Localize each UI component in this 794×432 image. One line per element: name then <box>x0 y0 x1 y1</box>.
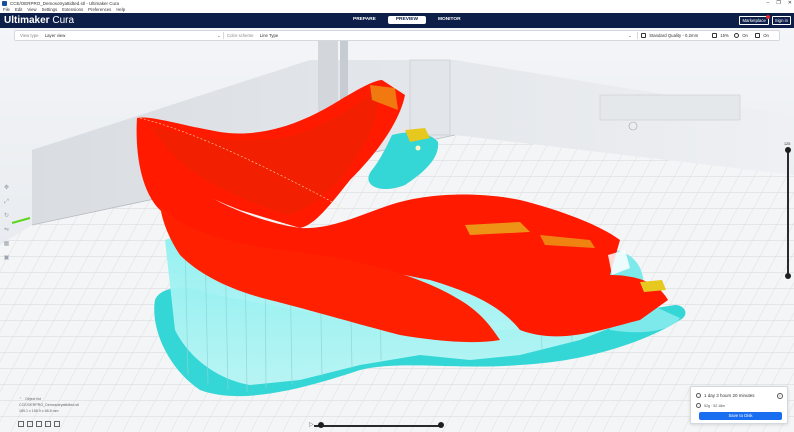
view-type-label: View type <box>20 33 39 38</box>
divider <box>637 32 638 39</box>
right-view-icon[interactable] <box>54 421 60 427</box>
chevron-down-icon: ⌄ <box>628 33 632 38</box>
info-icon[interactable]: i <box>777 393 783 399</box>
print-time-row: 1 day 3 hours 20 minutes <box>696 393 755 398</box>
infill-setting[interactable]: 15% <box>712 31 729 40</box>
infill-value: 15% <box>720 33 729 38</box>
layer-slider-lower-handle[interactable] <box>785 273 791 279</box>
logo-bold: Ultimaker <box>4 15 50 26</box>
app-header: Ultimaker Cura PREPARE PREVIEW MONITOR M… <box>0 13 794 28</box>
marketplace-button[interactable]: Marketplace <box>739 15 770 25</box>
mirror-tool-icon[interactable]: ⇋ <box>3 226 10 234</box>
color-scheme-label: Color scheme <box>227 33 254 38</box>
save-to-disk-button[interactable]: Save to Disk <box>699 412 782 420</box>
camera-view-buttons <box>18 421 60 427</box>
path-slider-track[interactable] <box>314 425 442 427</box>
tab-prepare[interactable]: PREPARE <box>345 16 384 24</box>
quality-label: Standard Quality - 0.2mm <box>649 33 699 38</box>
left-view-icon[interactable] <box>45 421 51 427</box>
minimize-button[interactable]: – <box>767 0 770 7</box>
window-titlebar: CCE/OERPRO_Demosotryattidted.stl - Ultim… <box>0 0 794 7</box>
print-settings-selector[interactable]: Standard Quality - 0.2mm <box>641 31 698 40</box>
3d-view-icon[interactable] <box>18 421 24 427</box>
view-type-value: Layer view <box>44 33 66 38</box>
adhesion-value: On <box>763 33 769 38</box>
layer-slider-track[interactable] <box>787 150 789 276</box>
adhesion-icon <box>755 33 760 39</box>
notification-dot-icon <box>765 15 770 19</box>
cura-app-icon <box>2 1 7 6</box>
signin-button[interactable]: Sign in <box>771 16 791 25</box>
print-information-panel: 1 day 3 hours 20 minutes i 52g · 52.18m … <box>690 386 788 424</box>
maximize-button[interactable]: ❐ <box>776 0 780 7</box>
path-slider-end-handle[interactable] <box>438 422 444 428</box>
model-hole <box>415 145 421 151</box>
rotate-tool-icon[interactable]: ↻ <box>3 212 10 220</box>
window-title: CCE/OERPRO_Demosotryattidted.stl - Ultim… <box>10 1 120 6</box>
adhesion-setting[interactable]: On <box>755 31 769 40</box>
logo-light: Cura <box>52 15 75 26</box>
layer-view-canvas <box>0 40 794 432</box>
view-type-dropdown[interactable]: View type Layer view <box>20 31 65 40</box>
move-tool-icon[interactable]: ✥ <box>3 184 10 192</box>
scale-tool-icon[interactable]: ⤢ <box>3 198 10 206</box>
machine-bracket <box>409 59 451 136</box>
view-settings-bar: View type Layer view ⌄ Color scheme Line… <box>14 30 780 41</box>
tab-monitor[interactable]: MONITOR <box>430 16 469 24</box>
path-slider-start-handle[interactable] <box>318 422 324 428</box>
support-value: On <box>742 33 748 38</box>
quality-icon <box>641 33 646 39</box>
object-info: ⌃ Object list CCE/OERPRO_Demosotryattidt… <box>19 396 79 414</box>
play-simulation-icon[interactable]: ▷ <box>309 421 314 428</box>
stage-tabs: PREPARE PREVIEW MONITOR <box>345 16 469 24</box>
divider <box>223 32 224 39</box>
bed-screw <box>628 121 638 131</box>
layer-slider-upper-handle[interactable] <box>785 147 791 153</box>
per-model-settings-icon[interactable]: ▦ <box>3 240 10 248</box>
chevron-down-icon: ⌄ <box>217 33 221 38</box>
front-view-icon[interactable] <box>27 421 33 427</box>
support-blocker-icon[interactable]: ▣ <box>3 254 10 262</box>
support-icon <box>734 33 739 39</box>
machine-bracket <box>599 94 741 121</box>
left-toolbar: ✥ ⤢ ↻ ⇋ ▦ ▣ <box>3 184 12 262</box>
marketplace-label: Marketplace <box>742 18 766 23</box>
support-setting[interactable]: On <box>734 31 748 40</box>
object-dimensions: 189.1 x 158.9 x 68.8 mm <box>19 409 59 413</box>
header-actions: Marketplace Sign in <box>739 15 791 25</box>
app-logo: Ultimaker Cura <box>4 14 74 27</box>
x-axis-line <box>11 217 31 224</box>
print-time: 1 day 3 hours 20 minutes <box>704 393 755 398</box>
material-row: 52g · 52.18m <box>696 403 725 408</box>
clock-icon <box>696 393 701 398</box>
infill-icon <box>712 33 717 39</box>
tab-preview[interactable]: PREVIEW <box>387 16 426 24</box>
layer-number: 125 <box>784 142 791 146</box>
material-usage: 52g · 52.18m <box>704 403 726 408</box>
close-button[interactable]: ✕ <box>788 0 792 7</box>
top-view-icon[interactable] <box>36 421 42 427</box>
color-scheme-value: Line Type <box>259 33 279 38</box>
window-controls: – ❐ ✕ <box>767 0 792 7</box>
3d-viewport[interactable] <box>0 28 794 432</box>
color-scheme-dropdown[interactable]: Color scheme Line Type <box>227 31 278 40</box>
spool-icon <box>696 403 701 408</box>
